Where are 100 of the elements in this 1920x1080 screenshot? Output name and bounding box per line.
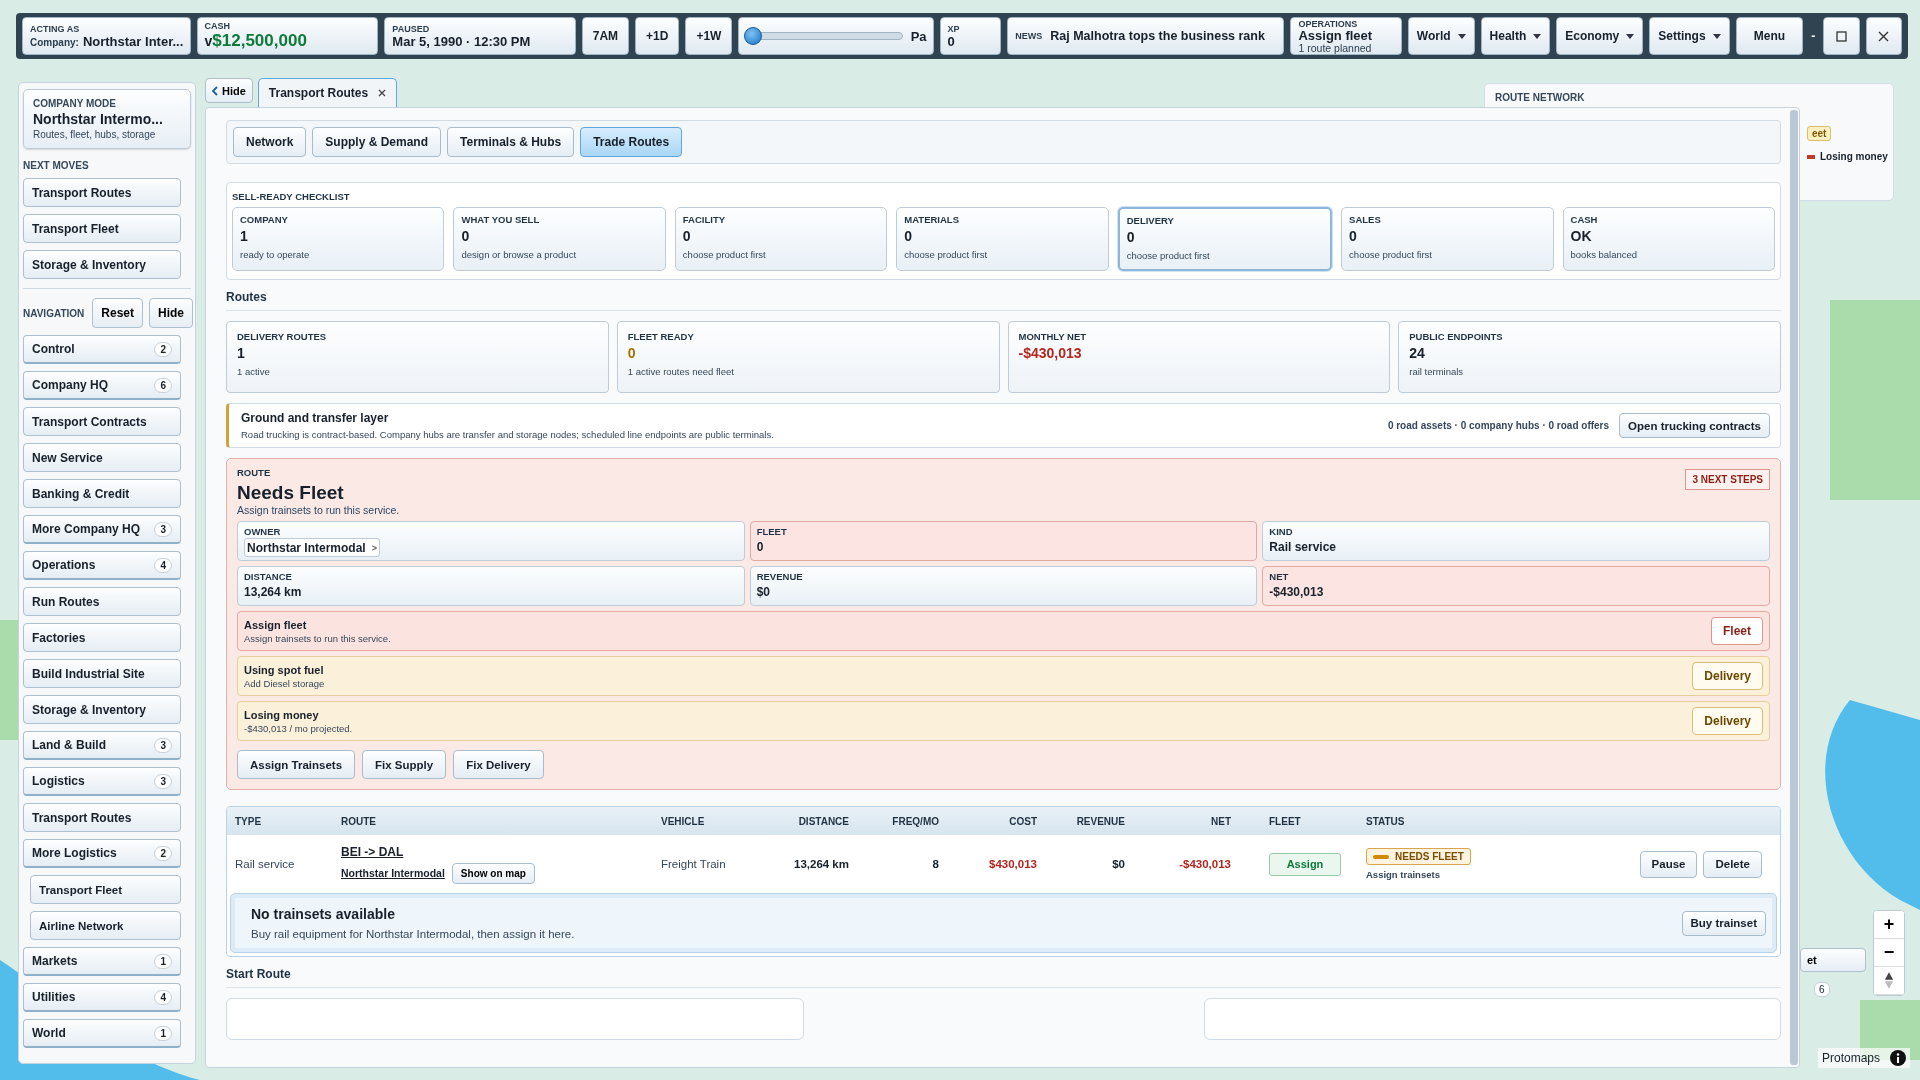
nav-item[interactable]: Transport Contracts bbox=[23, 407, 181, 436]
news-ticker[interactable]: NEWS Raj Malhotra tops the business rank bbox=[1007, 17, 1285, 55]
count-badge: 3 bbox=[154, 773, 172, 789]
menu-dropdown[interactable]: Health bbox=[1480, 17, 1551, 55]
company-mode-card[interactable]: COMPANY MODE Northstar Intermo... Routes, fleet, hubs, storage bbox=[23, 89, 191, 149]
stat-value: -$430,013 bbox=[1018, 345, 1083, 361]
stat-value: 0 bbox=[627, 345, 637, 361]
open-contracts-button[interactable]: Open trucking contracts bbox=[1619, 413, 1770, 438]
table-cell-text: 8 bbox=[931, 858, 940, 870]
notice-text: Buy rail equipment for Northstar Intermodal, then assign it here. bbox=[251, 928, 575, 940]
navigation-button[interactable]: Reset bbox=[92, 298, 143, 328]
checklist-step[interactable]: CASH OK books balanced bbox=[1562, 207, 1775, 271]
menu-button[interactable]: Menu bbox=[1735, 17, 1804, 55]
hide-button[interactable]: Hide bbox=[205, 78, 253, 103]
minimize-button[interactable]: - bbox=[1809, 17, 1818, 55]
checklist-step[interactable]: SALES 0 choose product first bbox=[1341, 207, 1554, 271]
issue-action-button[interactable]: Delivery bbox=[1692, 707, 1763, 735]
checklist-step[interactable]: MATERIALS 0 choose product first bbox=[896, 207, 1109, 271]
field-label: REVENUE bbox=[756, 571, 804, 582]
route-action-button[interactable]: Assign Trainsets bbox=[237, 750, 356, 779]
owner-link[interactable]: Northstar Intermodal bbox=[341, 867, 445, 879]
column-header: DISTANCE bbox=[797, 815, 850, 827]
time-skip-button[interactable]: +1W bbox=[685, 17, 733, 55]
column-header: TYPE bbox=[235, 815, 263, 827]
compass-icon[interactable] bbox=[1884, 972, 1894, 989]
nav-item[interactable]: Company HQ 6 bbox=[23, 371, 181, 400]
nav-item[interactable]: Factories bbox=[23, 623, 181, 652]
subtab[interactable]: Terminals & Hubs bbox=[447, 127, 575, 157]
checklist-step[interactable]: FACILITY 0 choose product first bbox=[674, 207, 888, 271]
checklist-step[interactable]: WHAT YOU SELL 0 design or browse a product bbox=[453, 207, 666, 271]
nav-item[interactable]: Land & Build 3 bbox=[23, 731, 181, 760]
buy-trainset-button[interactable]: Buy trainset bbox=[1681, 910, 1766, 936]
assign-button[interactable]: Assign bbox=[1269, 852, 1341, 876]
map-layer-button[interactable]: et bbox=[1800, 948, 1866, 972]
xp-value: 0 bbox=[947, 33, 956, 49]
issue-action-button[interactable]: Delivery bbox=[1692, 662, 1763, 690]
maximize-icon[interactable] bbox=[1836, 30, 1847, 42]
issue-action-button[interactable]: Fleet bbox=[1711, 617, 1763, 645]
route-title: Needs Fleet bbox=[237, 482, 345, 504]
column-header: COST bbox=[1008, 815, 1038, 827]
nav-item[interactable]: Utilities 4 bbox=[23, 983, 181, 1012]
owner-link[interactable]: Northstar Intermodal > bbox=[244, 538, 380, 557]
subtab[interactable]: Trade Routes bbox=[580, 127, 683, 157]
route-action-button[interactable]: Fix Supply bbox=[362, 750, 447, 779]
menu-dropdown[interactable]: World bbox=[1407, 17, 1475, 55]
nav-item[interactable]: Operations 4 bbox=[23, 551, 181, 580]
stat-label: MONTHLY NET bbox=[1018, 331, 1088, 342]
checklist-step[interactable]: COMPANY 1 ready to operate bbox=[232, 207, 445, 271]
nav-item[interactable]: Transport Routes bbox=[23, 803, 181, 832]
nav-item[interactable]: Banking & Credit bbox=[23, 479, 181, 508]
subtab[interactable]: Supply & Demand bbox=[312, 127, 442, 157]
nav-item[interactable]: Run Routes bbox=[23, 587, 181, 616]
paused-label: PAUSED bbox=[392, 23, 431, 34]
step-label: WHAT YOU SELL bbox=[461, 214, 541, 225]
checklist-step[interactable]: DELIVERY 0 choose product first bbox=[1117, 207, 1333, 271]
slider-thumb[interactable] bbox=[744, 27, 763, 45]
operations-panel[interactable]: OPERATIONS Assign fleet 1 route planned bbox=[1290, 17, 1402, 55]
zoom-button[interactable]: + bbox=[1874, 911, 1904, 939]
nav-item[interactable]: More Logistics 2 bbox=[23, 839, 181, 868]
nav-item[interactable]: Airline Network bbox=[30, 911, 181, 940]
nav-item[interactable]: Build Industrial Site bbox=[23, 659, 181, 688]
info-icon[interactable] bbox=[1890, 1050, 1907, 1066]
route-link[interactable]: BEI -> DAL bbox=[341, 844, 404, 859]
count-badge: 1 bbox=[154, 953, 172, 969]
scrollbar[interactable] bbox=[1790, 110, 1798, 1065]
close-icon[interactable] bbox=[1878, 30, 1890, 42]
field-value: $0 bbox=[756, 585, 771, 599]
nav-item[interactable]: Transport Fleet bbox=[30, 875, 181, 904]
navigation-button[interactable]: Hide bbox=[149, 298, 193, 328]
step-note: choose product first bbox=[1126, 250, 1211, 261]
time-skip-button[interactable]: +1D bbox=[635, 17, 680, 55]
row-action-button[interactable]: Delete bbox=[1703, 850, 1762, 878]
row-action-button[interactable]: Pause bbox=[1639, 850, 1698, 878]
nav-item[interactable]: Markets 1 bbox=[23, 947, 181, 976]
caret-icon bbox=[1712, 33, 1721, 39]
nav-item[interactable]: World 1 bbox=[23, 1019, 181, 1048]
panel-tab[interactable]: Transport Routes bbox=[257, 78, 398, 107]
nav-item[interactable]: Storage & Inventory bbox=[23, 695, 181, 724]
nav-item[interactable]: Logistics 3 bbox=[23, 767, 181, 796]
next-move-button[interactable]: Transport Routes bbox=[23, 178, 181, 207]
menu-dropdown[interactable]: Settings bbox=[1649, 17, 1730, 55]
company-label: Company: bbox=[30, 36, 79, 48]
notice-title: No trainsets available bbox=[251, 906, 396, 922]
next-move-button[interactable]: Transport Fleet bbox=[23, 214, 181, 243]
cash-prefix: v bbox=[204, 33, 213, 49]
next-move-button[interactable]: Storage & Inventory bbox=[23, 250, 181, 279]
menu-dropdown[interactable]: Economy bbox=[1556, 17, 1644, 55]
company-mode-name: Northstar Intermo... bbox=[33, 111, 164, 127]
show-on-map-button[interactable]: Show on map bbox=[451, 862, 535, 884]
subtab[interactable]: Network bbox=[233, 127, 307, 157]
close-icon[interactable] bbox=[378, 89, 387, 97]
time-skip-button[interactable]: 7AM bbox=[581, 17, 630, 55]
issue-title: Losing money bbox=[244, 708, 320, 721]
nav-item[interactable]: Control 2 bbox=[23, 335, 181, 364]
route-action-button[interactable]: Fix Delivery bbox=[453, 750, 544, 779]
speed-slider[interactable]: Pa bbox=[738, 17, 934, 55]
nav-item[interactable]: New Service bbox=[23, 443, 181, 472]
company-name: Northstar Inter... bbox=[82, 33, 184, 49]
acting-as-selector[interactable]: ACTING AS Company: Northstar Inter... bbox=[22, 17, 191, 55]
nav-item[interactable]: More Company HQ 3 bbox=[23, 515, 181, 544]
